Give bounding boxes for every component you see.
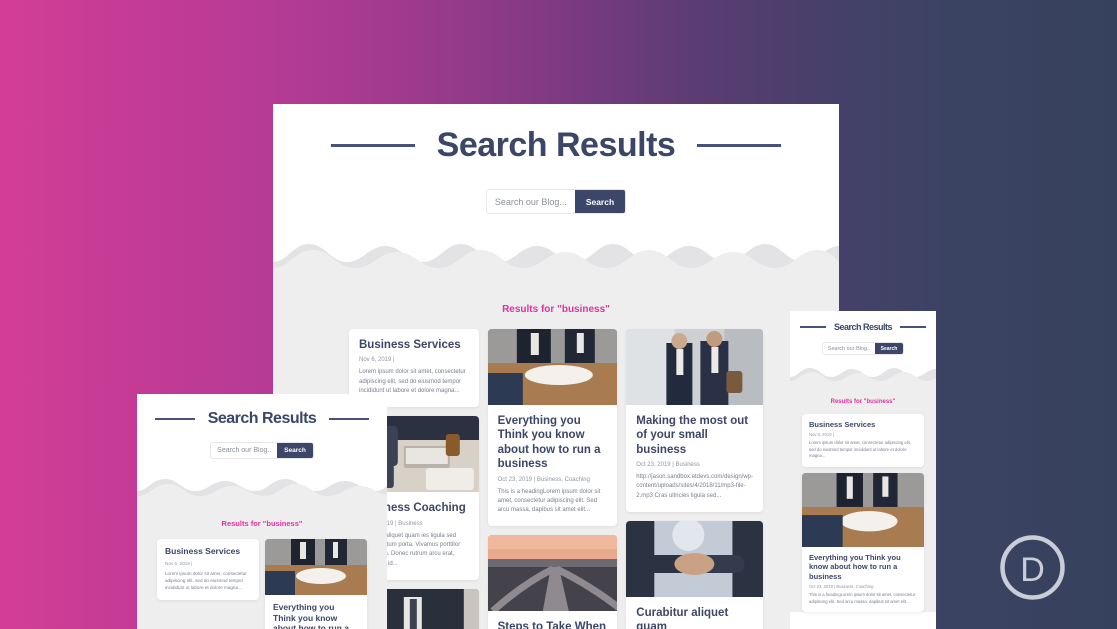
post-card-steps-to-take[interactable]: Steps to Take When You've Lost Your Data… [487, 535, 618, 629]
page-title-row: Search Results [137, 410, 387, 428]
search-input[interactable] [486, 190, 575, 213]
search-input[interactable] [211, 443, 278, 458]
post-meta: Oct 23, 2019 | Business, Coaching [809, 584, 874, 589]
hero-section: Search Results Search [273, 104, 839, 244]
post-card-making-the-most[interactable]: Making the most out of your small busine… [626, 329, 764, 513]
card-body: Business Services Nov 6, 2019 | Lorem ip… [802, 414, 924, 467]
post-meta: Nov 6, 2019 | [809, 432, 834, 438]
results-column-1: Business Services Nov 6, 2019 | Lorem ip… [157, 539, 259, 629]
hero-section: Search Results Search [137, 394, 387, 479]
page-title-row: Search Results [273, 126, 839, 165]
post-title[interactable]: Everything you Think you know about how … [273, 602, 359, 629]
title-rule-right [900, 326, 927, 328]
post-excerpt: This is a headingLorem ipsum dolor sit a… [497, 488, 601, 514]
title-rule-right [697, 144, 782, 147]
post-excerpt: Lorem ipsum dolor sit amet, consectetur … [165, 570, 247, 590]
post-card-everything-you-think[interactable]: Everything you Think you know about how … [487, 329, 618, 527]
page-title: Search Results [207, 410, 317, 427]
title-rule-left [154, 418, 195, 420]
search-button[interactable]: Search [874, 343, 904, 354]
card-body: Steps to Take When You've Lost Your Data… [488, 611, 618, 629]
search-bar[interactable]: Search [485, 189, 627, 214]
title-rule-right [329, 418, 370, 420]
post-meta: Nov 6, 2019 | [165, 560, 193, 566]
hero-section: Search Results Search [790, 311, 936, 368]
post-card-everything-you-think[interactable]: Everything you Think you know about how … [802, 472, 924, 612]
page-title: Search Results [833, 322, 893, 332]
post-thumbnail-handshake[interactable] [626, 521, 764, 598]
results-label: Results for "business" [830, 399, 896, 405]
post-thumbnail-highway[interactable] [487, 535, 618, 612]
card-body: Everything you Think you know about how … [265, 595, 367, 629]
divi-logo: D [996, 531, 1069, 604]
results-section: Results for "business" Business Services… [790, 390, 936, 612]
page-title: Search Results [436, 126, 676, 164]
svg-text:D: D [1020, 551, 1045, 589]
results-grid: Business Services Nov 6, 2019 | Lorem ip… [790, 414, 936, 612]
post-card-business-services[interactable]: Business Services Nov 6, 2019 | Lorem ip… [157, 539, 259, 600]
post-meta: Oct 23, 2019 | Business, Coaching [497, 476, 590, 483]
post-excerpt: http://jason.sandbox.etdevs.com/design/w… [636, 474, 754, 499]
card-body: Everything you Think you know about how … [802, 547, 924, 612]
tablet-mockup-panel: Search Results Search Results for "busin… [137, 394, 387, 629]
results-column-3: Making the most out of your small busine… [626, 329, 764, 629]
search-bar[interactable]: Search [210, 442, 314, 459]
cloud-divider [137, 479, 387, 509]
card-body: Business Services Nov 6, 2019 | Lorem ip… [157, 539, 259, 600]
post-meta: Oct 23, 2019 | Business [636, 462, 700, 469]
results-section: Results for "business" Business Services… [137, 509, 387, 629]
post-thumbnail-meeting-table[interactable] [265, 539, 367, 595]
page-title-row: Search Results [790, 322, 936, 332]
search-button[interactable]: Search [574, 190, 626, 213]
card-body: Curabitur aliquet quam Oct 23, 2019 | Bu… [626, 597, 763, 629]
post-title[interactable]: Steps to Take When You've Lost Your Data [498, 620, 608, 629]
post-excerpt: This is a headingLorem ipsum dolor sit a… [809, 592, 916, 604]
card-body: Making the most out of your small busine… [626, 405, 763, 512]
post-thumbnail-two-businessmen[interactable] [626, 329, 764, 405]
post-title[interactable]: Everything you Think you know about how … [498, 414, 608, 472]
title-rule-left [330, 144, 415, 147]
title-rule-left [799, 326, 826, 328]
post-excerpt: Lorem ipsum dolor sit amet, consectetur … [359, 369, 466, 394]
card-body: Everything you Think you know about how … [488, 405, 618, 526]
results-label: Results for "business" [502, 304, 610, 315]
results-column-2: Everything you Think you know about how … [487, 329, 618, 629]
post-title[interactable]: Business Services [359, 338, 469, 352]
results-grid: Business Services Nov 6, 2019 | Lorem ip… [137, 539, 387, 629]
post-card-business-services[interactable]: Business Services Nov 6, 2019 | Lorem ip… [802, 414, 924, 467]
results-label: Results for "business" [221, 519, 303, 528]
search-input[interactable] [822, 343, 875, 354]
post-title[interactable]: Curabitur aliquet quam [636, 606, 753, 629]
post-title[interactable]: Business Services [809, 420, 917, 429]
cloud-divider [273, 244, 839, 290]
post-card-everything-you-think[interactable]: Everything you Think you know about how … [265, 539, 367, 629]
post-excerpt: Lorem ipsum dolor sit amet, consectetur … [809, 440, 911, 459]
search-button[interactable]: Search [277, 443, 313, 458]
post-thumbnail-meeting-table[interactable] [487, 329, 618, 405]
results-column-2: Everything you Think you know about how … [265, 539, 367, 629]
post-title[interactable]: Making the most out of your small busine… [636, 414, 753, 457]
results-column-1: Business Services Nov 6, 2019 | Lorem ip… [802, 414, 924, 612]
post-title[interactable]: Business Services [165, 546, 251, 557]
mobile-mockup-panel: Search Results Search Results for "busin… [790, 311, 936, 629]
post-thumbnail-meeting-table[interactable] [802, 472, 924, 547]
post-card-curabitur-aliquet[interactable]: Curabitur aliquet quam Oct 23, 2019 | Bu… [626, 521, 764, 629]
search-bar[interactable]: Search [821, 342, 905, 355]
post-meta: Nov 6, 2019 | [359, 357, 395, 364]
post-title[interactable]: Everything you Think you know about how … [809, 553, 917, 581]
cloud-divider [790, 368, 936, 390]
